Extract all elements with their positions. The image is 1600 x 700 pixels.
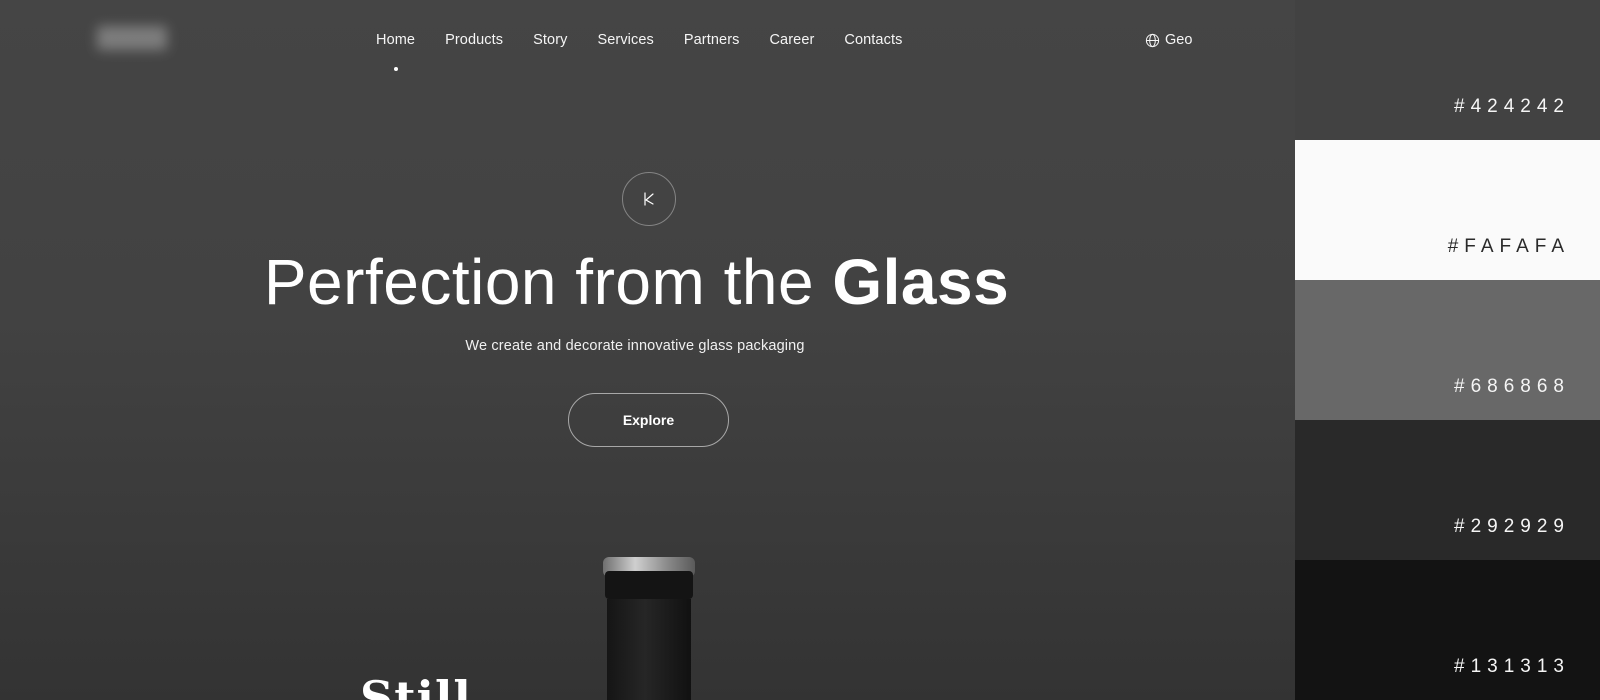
nav-item-contacts[interactable]: Contacts [829,32,917,56]
hero-section: Home Products Story Services Partners Ca… [0,0,1295,700]
nav-item-career[interactable]: Career [754,32,829,56]
hero-subtitle: We create and decorate innovative glass … [465,338,805,354]
headline-bold-text: Glass [832,246,1010,318]
nav-item-story[interactable]: Story [518,32,582,56]
headline-light-text: Perfection from the [263,246,815,318]
main-nav: Home Products Story Services Partners Ca… [361,32,917,71]
nav-item-partners[interactable]: Partners [669,32,755,56]
section-heading-partial: Still [360,671,472,700]
swatch-131313: #131313 [1295,560,1600,700]
swatch-label: #292929 [1454,516,1570,537]
k-monogram-icon [642,191,656,207]
hero-headline: Perfection from the Glass [0,245,1295,319]
nav-item-services[interactable]: Services [582,32,668,56]
k-monogram-badge [622,172,676,226]
swatch-424242: #424242 [1295,0,1600,140]
brand-logo[interactable] [97,26,167,50]
nav-item-products[interactable]: Products [430,32,518,56]
swatch-label: #424242 [1454,96,1570,117]
color-palette: #424242 #FAFAFA #686868 #292929 #131313 [1295,0,1600,700]
bottle-image [601,555,697,700]
explore-button[interactable]: Explore [568,393,729,447]
globe-icon [1145,33,1160,48]
swatch-label: #686868 [1454,376,1570,397]
language-label: Geo [1165,32,1193,48]
swatch-292929: #292929 [1295,420,1600,560]
language-selector[interactable]: Geo [1145,32,1192,48]
page: Home Products Story Services Partners Ca… [0,0,1600,700]
swatch-label: #131313 [1454,656,1570,677]
swatch-fafafa: #FAFAFA [1295,140,1600,280]
swatch-label: #FAFAFA [1447,236,1570,257]
swatch-686868: #686868 [1295,280,1600,420]
nav-item-home[interactable]: Home [361,32,430,71]
